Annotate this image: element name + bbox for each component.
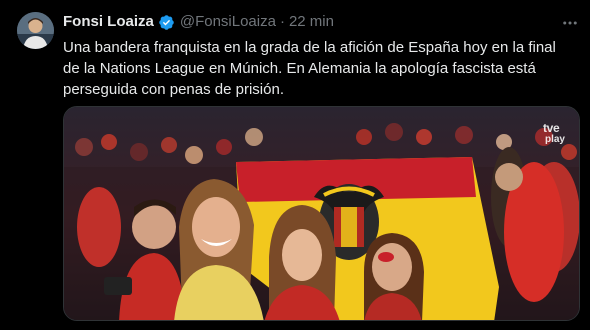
- avatar-image: [17, 12, 54, 49]
- tveplay-watermark: tve play: [542, 121, 565, 145]
- avatar[interactable]: [17, 12, 54, 49]
- verified-badge-icon: [159, 14, 174, 30]
- stadium-crowd-photo: [64, 107, 579, 320]
- more-options-icon: [563, 21, 577, 25]
- tweet-header: Fonsi Loaiza @FonsiLoaiza · 22 min: [63, 12, 334, 32]
- watermark-line-1: tve: [542, 121, 560, 135]
- tweet[interactable]: Fonsi Loaiza @FonsiLoaiza · 22 min Una b…: [0, 0, 590, 330]
- author-handle[interactable]: @FonsiLoaiza: [180, 12, 276, 32]
- tweet-media-image[interactable]: tve play: [63, 106, 580, 321]
- tweet-text-line: de la Nations League en Múnich. En Alema…: [63, 60, 536, 77]
- watermark-line-2: play: [544, 134, 565, 145]
- tweet-text-line: perseguida con penas de prisión.: [63, 81, 284, 98]
- more-options-button[interactable]: [559, 12, 581, 34]
- author-name[interactable]: Fonsi Loaiza: [63, 12, 154, 32]
- tweet-text-line: Una bandera franquista en la grada de la…: [63, 39, 556, 56]
- tweet-text: Una bandera franquista en la grada de la…: [63, 37, 573, 100]
- separator-dot: ·: [279, 13, 285, 30]
- timestamp[interactable]: 22 min: [289, 12, 334, 32]
